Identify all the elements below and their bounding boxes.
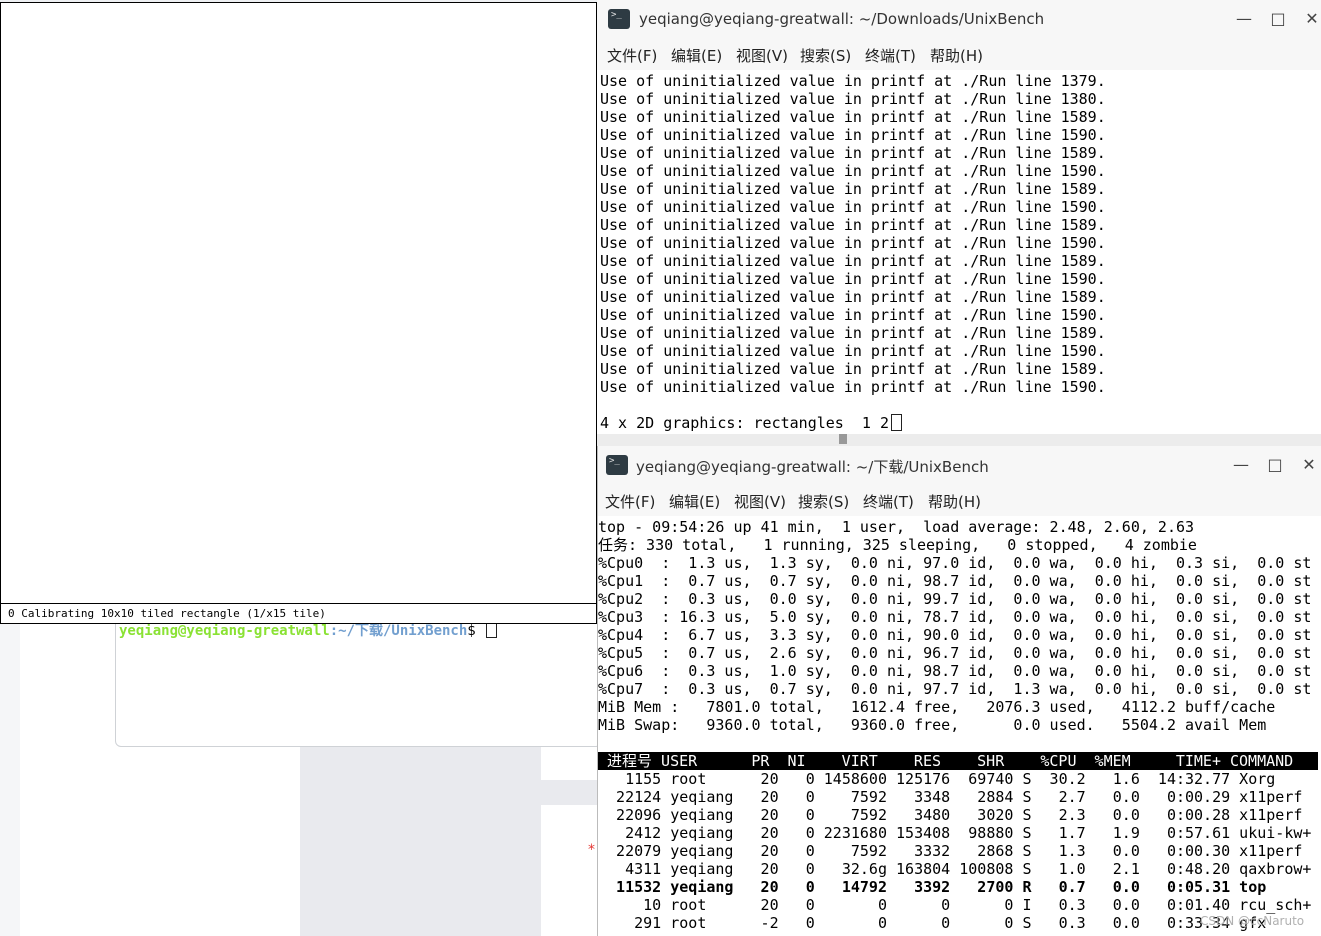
title-bar[interactable]: >_ yeqiang@yeqiang-greatwall: ~/Download…	[597, 0, 1321, 40]
output-line: Use of uninitialized value in printf at …	[600, 180, 1106, 198]
table-row-current: 11532 yeqiang 20 0 14792 3392 2700 R 0.7…	[598, 878, 1267, 896]
watermark: CSDN @ccNaruto	[1200, 914, 1305, 928]
output-line: Use of uninitialized value in printf at …	[600, 144, 1106, 162]
summary-line: %Cpu5 : 0.7 us, 2.6 sy, 0.0 ni, 96.7 id,…	[598, 644, 1312, 662]
table-row: 22124 yeqiang 20 0 7592 3348 2884 S 2.7 …	[598, 788, 1303, 806]
summary-line: MiB Mem : 7801.0 total, 1612.4 free, 207…	[598, 698, 1276, 716]
benchmark-progress-text: 4 x 2D graphics: rectangles 1 2	[600, 414, 889, 432]
summary-line: 任务: 330 total, 1 running, 325 sleeping, …	[598, 536, 1197, 554]
summary-line: %Cpu6 : 0.3 us, 1.0 sy, 0.0 ni, 98.7 id,…	[598, 662, 1312, 680]
minimize-button[interactable]: —	[1233, 8, 1255, 30]
required-star-icon: *	[588, 842, 595, 858]
window-resize-edge[interactable]	[597, 434, 1321, 446]
menu-edit[interactable]: 编辑(E)	[671, 45, 722, 66]
menu-bar: 文件(F) 编辑(E) 视图(V) 搜索(S) 终端(T) 帮助(H)	[597, 40, 1321, 70]
output-line: Use of uninitialized value in printf at …	[600, 360, 1106, 378]
output-line: Use of uninitialized value in printf at …	[600, 234, 1106, 252]
background-card	[541, 745, 601, 780]
terminal-app-icon: >_	[606, 455, 628, 475]
title-bar[interactable]: >_ yeqiang@yeqiang-greatwall: ~/下载/UnixB…	[598, 446, 1321, 486]
menu-view[interactable]: 视图(V)	[736, 45, 788, 66]
menu-edit[interactable]: 编辑(E)	[669, 491, 720, 512]
summary-line: %Cpu4 : 6.7 us, 3.3 sy, 0.0 ni, 90.0 id,…	[598, 626, 1312, 644]
desktop-background	[0, 600, 20, 936]
output-line: Use of uninitialized value in printf at …	[600, 324, 1106, 342]
maximize-button[interactable]: □	[1264, 454, 1286, 476]
summary-line: %Cpu2 : 0.3 us, 0.0 sy, 0.0 ni, 99.7 id,…	[598, 590, 1312, 608]
terminal-window-top[interactable]: >_ yeqiang@yeqiang-greatwall: ~/下载/UnixB…	[597, 446, 1321, 936]
x11perf-status-bar: 0 Calibrating 10x10 tiled rectangle (1/x…	[0, 603, 597, 624]
menu-terminal[interactable]: 终端(T)	[865, 45, 916, 66]
summary-line: %Cpu0 : 1.3 us, 1.3 sy, 0.0 ni, 97.0 id,…	[598, 554, 1312, 572]
output-line: Use of uninitialized value in printf at …	[600, 126, 1106, 144]
minimize-button[interactable]: —	[1230, 454, 1252, 476]
output-line: Use of uninitialized value in printf at …	[600, 198, 1106, 216]
summary-line: %Cpu7 : 0.3 us, 0.7 sy, 0.0 ni, 97.7 id,…	[598, 680, 1312, 698]
process-table-header: 进程号 USER PR NI VIRT RES SHR %CPU %MEM TI…	[598, 752, 1318, 770]
process-table[interactable]: 1155 root 20 0 1458600 125176 69740 S 30…	[598, 770, 1318, 932]
small-terminal-window[interactable]: yeqiang@yeqiang-greatwall:~/下载/UnixBench…	[115, 612, 602, 747]
output-line: Use of uninitialized value in printf at …	[600, 90, 1106, 108]
table-row: 4311 yeqiang 20 0 32.6g 163804 100808 S …	[598, 860, 1312, 878]
menu-file[interactable]: 文件(F)	[607, 45, 657, 66]
terminal-output[interactable]: Use of uninitialized value in printf at …	[600, 72, 1321, 436]
output-line: Use of uninitialized value in printf at …	[600, 216, 1106, 234]
output-line: Use of uninitialized value in printf at …	[600, 72, 1106, 90]
table-row: 2412 yeqiang 20 0 2231680 153408 98880 S…	[598, 824, 1312, 842]
output-line: Use of uninitialized value in printf at …	[600, 288, 1106, 306]
close-button[interactable]: ✕	[1301, 8, 1321, 30]
summary-line: MiB Swap: 9360.0 total, 9360.0 free, 0.0…	[598, 716, 1267, 734]
text-cursor	[890, 414, 902, 431]
window-title: yeqiang@yeqiang-greatwall: ~/Downloads/U…	[639, 10, 1045, 28]
maximize-button[interactable]: □	[1267, 8, 1289, 30]
table-row: 10 root 20 0 0 0 0 I 0.3 0.0 0:01.40 rcu…	[598, 896, 1312, 914]
prompt-symbol: $	[467, 623, 485, 639]
table-row: 22079 yeqiang 20 0 7592 3332 2868 S 1.3 …	[598, 842, 1303, 860]
output-line: Use of uninitialized value in printf at …	[600, 270, 1106, 288]
output-line: 4 x 2D graphics: rectangles 1 2	[600, 414, 1321, 432]
x11perf-window	[0, 2, 597, 624]
menu-help[interactable]: 帮助(H)	[930, 45, 983, 66]
menu-search[interactable]: 搜索(S)	[798, 491, 849, 512]
terminal-window-unixbench[interactable]: >_ yeqiang@yeqiang-greatwall: ~/Download…	[597, 0, 1321, 436]
background-card	[541, 805, 601, 936]
window-title: yeqiang@yeqiang-greatwall: ~/下载/UnixBenc…	[636, 458, 989, 476]
output-line: Use of uninitialized value in printf at …	[600, 252, 1106, 270]
table-row: 22096 yeqiang 20 0 7592 3480 3020 S 2.3 …	[598, 806, 1303, 824]
menu-file[interactable]: 文件(F)	[605, 491, 655, 512]
output-line: Use of uninitialized value in printf at …	[600, 306, 1106, 324]
summary-line: top - 09:54:26 up 41 min, 1 user, load a…	[598, 518, 1195, 536]
output-line: Use of uninitialized value in printf at …	[600, 162, 1106, 180]
output-line: Use of uninitialized value in printf at …	[600, 378, 1106, 396]
prompt-user: yeqiang@yeqiang-greatwall	[119, 623, 330, 639]
summary-line: %Cpu1 : 0.7 us, 0.7 sy, 0.0 ni, 98.7 id,…	[598, 572, 1312, 590]
menu-view[interactable]: 视图(V)	[734, 491, 786, 512]
summary-line: %Cpu3 : 16.3 us, 5.0 sy, 0.0 ni, 78.7 id…	[598, 608, 1312, 626]
terminal-app-icon: >_	[608, 9, 630, 29]
table-row: 1155 root 20 0 1458600 125176 69740 S 30…	[598, 770, 1276, 788]
output-line: Use of uninitialized value in printf at …	[600, 342, 1106, 360]
prompt-path: :~/下载/UnixBench	[329, 623, 468, 639]
menu-bar: 文件(F) 编辑(E) 视图(V) 搜索(S) 终端(T) 帮助(H)	[598, 486, 1321, 516]
menu-search[interactable]: 搜索(S)	[800, 45, 851, 66]
close-button[interactable]: ✕	[1298, 454, 1320, 476]
menu-terminal[interactable]: 终端(T)	[863, 491, 914, 512]
menu-help[interactable]: 帮助(H)	[928, 491, 981, 512]
resize-grip[interactable]	[839, 434, 847, 444]
output-line: Use of uninitialized value in printf at …	[600, 108, 1106, 126]
